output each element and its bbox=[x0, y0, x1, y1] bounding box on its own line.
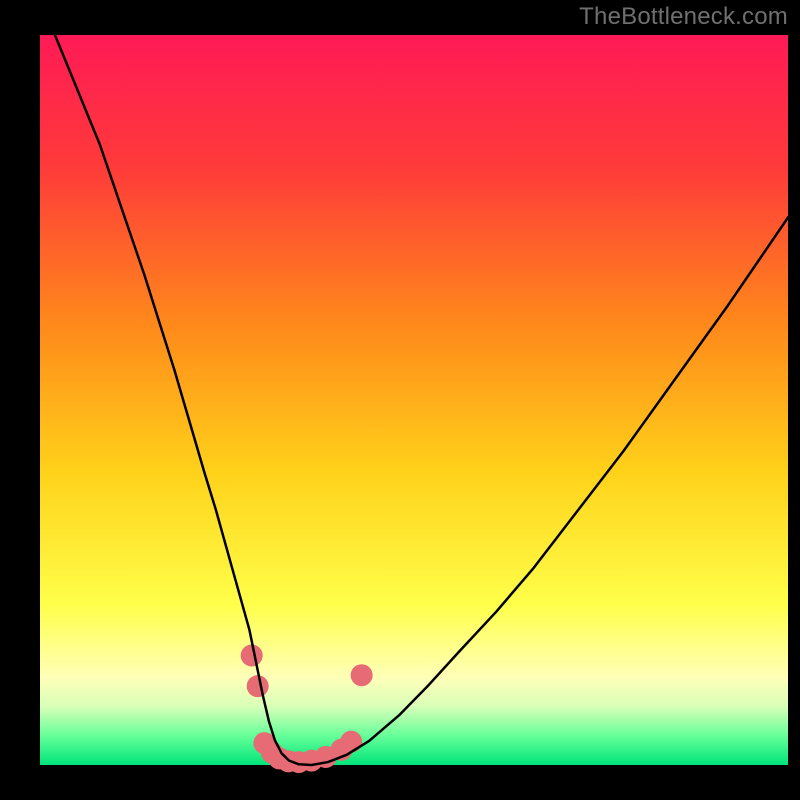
marker-dot bbox=[340, 731, 362, 753]
plot-background bbox=[40, 35, 788, 765]
marker-dot bbox=[351, 664, 373, 686]
watermark-text: TheBottleneck.com bbox=[579, 3, 788, 31]
chart-svg bbox=[0, 0, 800, 800]
chart-stage: TheBottleneck.com bbox=[0, 0, 800, 800]
marker-dot bbox=[241, 645, 263, 667]
marker-dot bbox=[247, 675, 269, 697]
